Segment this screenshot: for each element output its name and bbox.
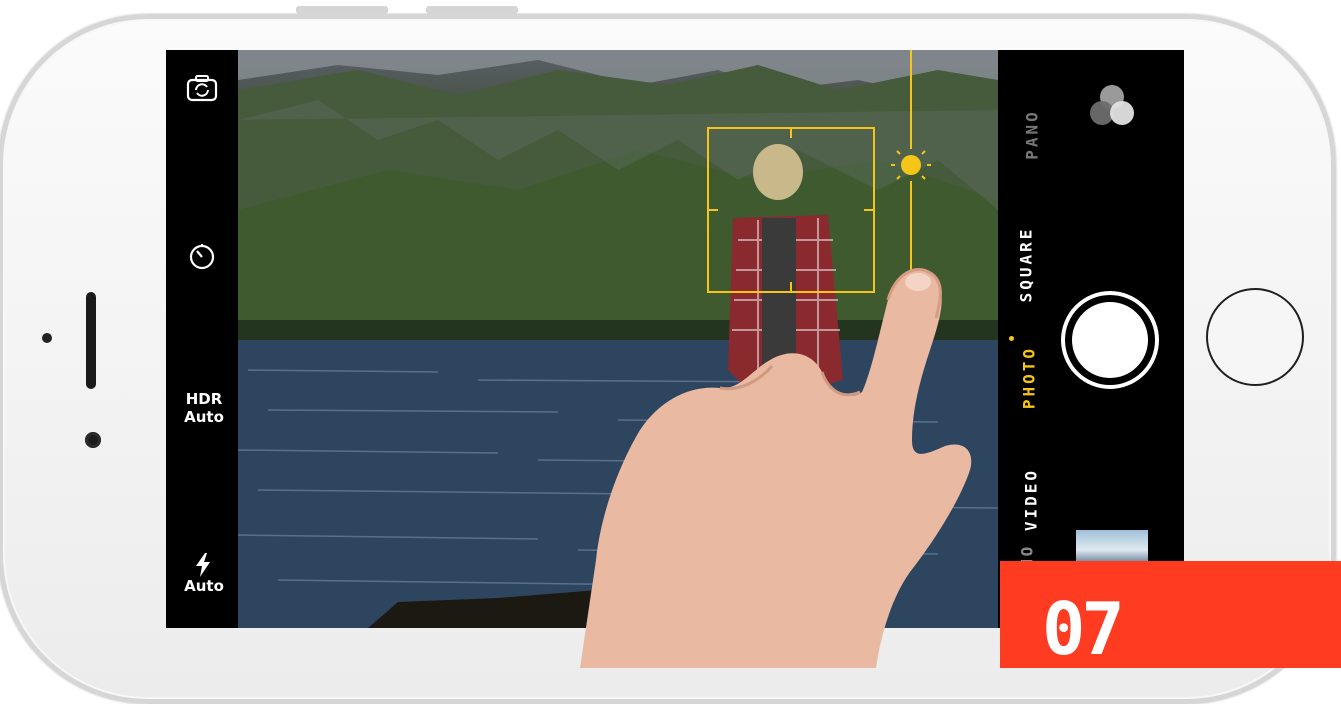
flash-mode-label[interactable]: Auto <box>174 577 234 595</box>
viewfinder[interactable] <box>238 50 998 628</box>
flash-icon[interactable] <box>192 553 214 577</box>
step-number-badge: 07 <box>1000 561 1341 671</box>
home-button[interactable] <box>1206 288 1304 386</box>
hdr-value: Auto <box>184 408 224 426</box>
filters-icon[interactable] <box>1084 80 1140 136</box>
proximity-sensor <box>42 333 52 343</box>
step-number: 07 <box>1042 587 1125 671</box>
volume-up-button <box>296 6 388 14</box>
hdr-toggle[interactable]: HDR Auto <box>174 390 234 426</box>
timer-icon[interactable] <box>188 242 216 270</box>
hdr-label: HDR <box>185 390 223 408</box>
camera-screen: HDR Auto Auto PANO SQUARE PHOTO VIDEO SL… <box>166 50 1184 628</box>
shutter-button-inner <box>1072 302 1148 378</box>
mode-pano[interactable]: PANO <box>1023 95 1042 175</box>
mode-video[interactable]: VIDEO <box>1022 455 1041 545</box>
camera-flip-icon[interactable] <box>186 74 218 102</box>
volume-down-button <box>426 6 518 14</box>
mode-square[interactable]: SQUARE <box>1017 205 1036 325</box>
earpiece-speaker <box>86 292 96 389</box>
viewfinder-scene <box>238 50 998 628</box>
front-camera <box>85 432 101 448</box>
selected-mode-indicator <box>1009 336 1014 341</box>
shutter-button[interactable] <box>1061 291 1159 389</box>
camera-left-bar <box>166 50 238 628</box>
mode-photo[interactable]: PHOTO <box>1020 333 1039 423</box>
